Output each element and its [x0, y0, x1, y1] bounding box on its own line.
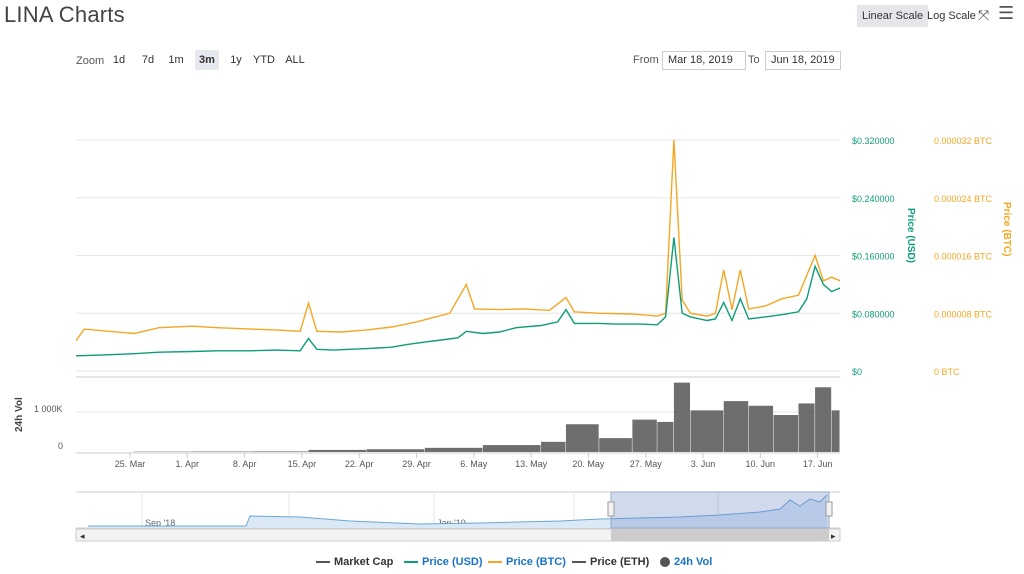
x-tick-label: 6. May: [460, 459, 488, 469]
volume-bar: [366, 449, 425, 452]
y-right-tick-label: 0.000016 BTC: [934, 252, 993, 262]
volume-bar: [482, 445, 541, 452]
x-tick-label: 3. Jun: [691, 459, 716, 469]
legend-swatch: [572, 561, 586, 564]
volume-tick-label: 0: [58, 441, 63, 451]
volume-bar: [723, 401, 749, 452]
y-right-axis-title: Price (BTC): [1001, 202, 1012, 256]
y-left-axis-title: Price (USD): [905, 208, 916, 263]
legend-label: Market Cap: [334, 556, 394, 568]
x-tick-label: 27. May: [630, 459, 663, 469]
navigator-scrollbar-thumb[interactable]: [611, 529, 829, 541]
volume-bar: [815, 387, 832, 452]
y-left-tick-label: $0.160000: [852, 252, 895, 262]
x-tick-label: 8. Apr: [233, 459, 257, 469]
volume-bar: [798, 403, 815, 452]
volume-axis-title: 24h Vol: [14, 397, 25, 432]
volume-bar: [424, 447, 483, 452]
y-left-tick-label: $0: [852, 367, 862, 377]
legend-item[interactable]: 24h Vol: [660, 556, 712, 568]
volume-bar: [308, 449, 367, 452]
legend-label: Price (ETH): [590, 556, 650, 568]
volume-bar: [565, 424, 599, 452]
navigator-handle[interactable]: [607, 501, 615, 517]
x-tick-label: 15. Apr: [288, 459, 317, 469]
y-left-tick-label: $0.320000: [852, 136, 895, 146]
x-tick-label: 22. Apr: [345, 459, 374, 469]
navigator-handle[interactable]: [825, 501, 833, 517]
navigator-selection[interactable]: [610, 491, 830, 529]
legend-swatch: [316, 561, 330, 564]
legend-swatch: [404, 561, 418, 564]
x-tick-label: 1. Apr: [176, 459, 200, 469]
y-left-tick-label: $0.240000: [852, 194, 895, 204]
chart-legend: Market Cap Price (USD) Price (BTC) Price (E…: [0, 556, 1024, 572]
legend-label: Price (USD): [422, 556, 483, 568]
x-tick-label: 20. May: [572, 459, 605, 469]
legend-swatch: [660, 557, 670, 568]
legend-label: Price (BTC): [506, 556, 566, 568]
volume-bar: [831, 410, 840, 452]
x-tick-label: 25. Mar: [115, 459, 146, 469]
volume-bar: [250, 451, 309, 452]
volume-bar: [748, 405, 774, 452]
legend-item[interactable]: Price (BTC): [488, 556, 566, 568]
legend-label: 24h Vol: [674, 556, 713, 568]
x-tick-label: 29. Apr: [402, 459, 431, 469]
price-chart: $0 $0.080000 $0.160000 $0.240000 $0.320000 0 …: [14, 136, 1012, 542]
y-left-tick-label: $0.080000: [852, 309, 895, 319]
x-tick-label: 17. Jun: [803, 459, 833, 469]
legend-swatch: [488, 561, 502, 564]
volume-bar: [657, 421, 674, 452]
series-line-price-btc: [75, 139, 841, 342]
y-right-tick-label: 0.000008 BTC: [934, 309, 993, 319]
x-tick-label: 13. May: [515, 459, 548, 469]
legend-item[interactable]: Price (USD): [404, 556, 483, 568]
volume-bar: [632, 419, 657, 452]
y-right-tick-label: 0.000024 BTC: [934, 194, 993, 204]
y-right-tick-label: 0 BTC: [934, 367, 960, 377]
legend-item[interactable]: Price (ETH): [572, 556, 649, 568]
volume-bar: [690, 410, 724, 452]
y-right-tick-label: 0.000032 BTC: [934, 136, 993, 146]
volume-bar: [599, 438, 632, 452]
volume-tick-label: 1 000K: [34, 404, 63, 414]
legend-item[interactable]: Market Cap: [316, 556, 393, 568]
x-tick-label: 10. Jun: [746, 459, 776, 469]
volume-bar: [673, 382, 691, 452]
scroll-left-icon[interactable]: ◂: [80, 531, 85, 541]
volume-bar: [773, 415, 798, 452]
volume-bar: [541, 441, 566, 452]
scroll-right-icon[interactable]: ▸: [831, 531, 836, 541]
